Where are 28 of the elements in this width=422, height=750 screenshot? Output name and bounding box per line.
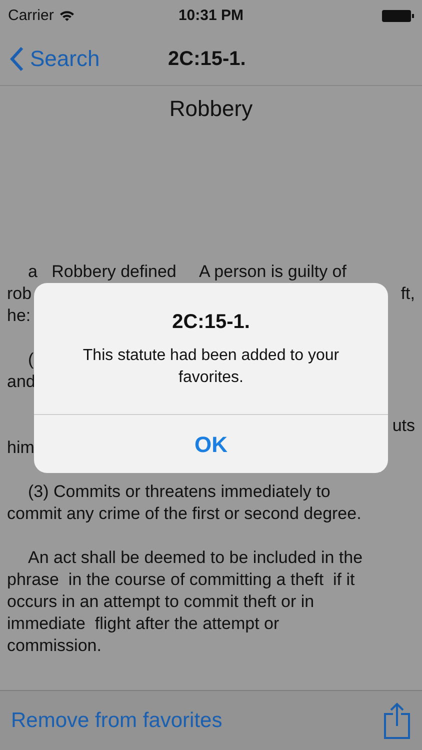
clock-label: 10:31 PM <box>178 6 244 26</box>
body-text: ft, <box>400 283 415 305</box>
share-icon[interactable] <box>383 702 411 740</box>
body-text: phrase in the course of committing a theft if it <box>7 569 355 591</box>
body-text: commission. <box>7 635 102 657</box>
body-text: and <box>7 371 36 393</box>
body-text: uts <box>392 415 415 437</box>
nav-title: 2C:15-1. <box>168 46 246 72</box>
body-text: he: <box>7 305 31 327</box>
ok-button[interactable]: OK <box>34 415 388 473</box>
remove-favorites-link[interactable]: Remove from favorites <box>11 704 222 736</box>
body-text: immediate flight after the attempt or <box>7 613 280 635</box>
body-text: him <box>7 437 34 459</box>
wifi-icon <box>58 10 75 22</box>
body-text: occurs in an attempt to commit theft or in <box>7 591 314 613</box>
alert-title: 2C:15-1. <box>172 310 250 335</box>
battery-icon <box>382 10 414 22</box>
document-heading: Robbery <box>168 98 254 120</box>
body-text: (3) Commits or threatens immediately to <box>28 481 330 503</box>
body-text: rob <box>7 283 32 305</box>
body-text: a Robbery defined A person is guilty of <box>28 261 346 283</box>
carrier-label: Carrier <box>8 6 54 26</box>
body-text: An act shall be deemed to be included in the <box>28 547 363 569</box>
back-button[interactable]: Search <box>0 42 100 75</box>
body-text: ( <box>28 349 34 371</box>
chevron-left-icon <box>10 46 24 72</box>
alert-message: This statute had been added to your favorites. <box>82 346 340 388</box>
body-text: commit any crime of the first or second degree. <box>7 503 362 525</box>
